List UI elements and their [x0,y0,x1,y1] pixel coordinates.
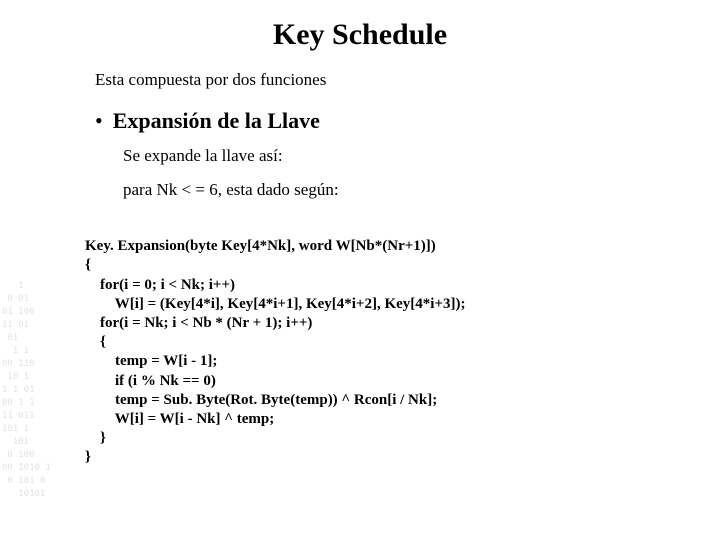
code-line: } [85,449,91,465]
subtext-2: para Nk < = 6, esta dado según: [123,180,680,200]
code-line: temp = Sub. Byte(Rot. Byte(temp)) ^ Rcon… [85,392,437,408]
code-line: W[i] = (Key[4*i], Key[4*i+1], Key[4*i+2]… [85,296,466,312]
subtext-1: Se expande la llave así: [123,146,680,166]
intro-text: Esta compuesta por dos funciones [95,70,680,90]
code-line: for(i = Nk; i < Nb * (Nr + 1); i++) [85,315,312,331]
bullet-marker: • [95,110,103,132]
code-line: { [85,257,91,273]
page-title: Key Schedule [40,18,680,52]
code-block: Key. Expansion(byte Key[4*Nk], word W[Nb… [85,218,680,487]
code-line: } [85,430,106,446]
code-line: temp = W[i - 1]; [85,353,217,369]
code-line: Key. Expansion(byte Key[4*Nk], word W[Nb… [85,238,436,254]
slide-content: Key Schedule Esta compuesta por dos func… [0,0,720,507]
code-line: { [85,334,106,350]
bullet-item: • Expansión de la Llave [95,108,680,134]
code-line: for(i = 0; i < Nk; i++) [85,277,235,293]
bullet-label: Expansión de la Llave [113,108,320,134]
code-line: W[i] = W[i - Nk] ^ temp; [85,411,274,427]
code-line: if (i % Nk == 0) [85,373,216,389]
